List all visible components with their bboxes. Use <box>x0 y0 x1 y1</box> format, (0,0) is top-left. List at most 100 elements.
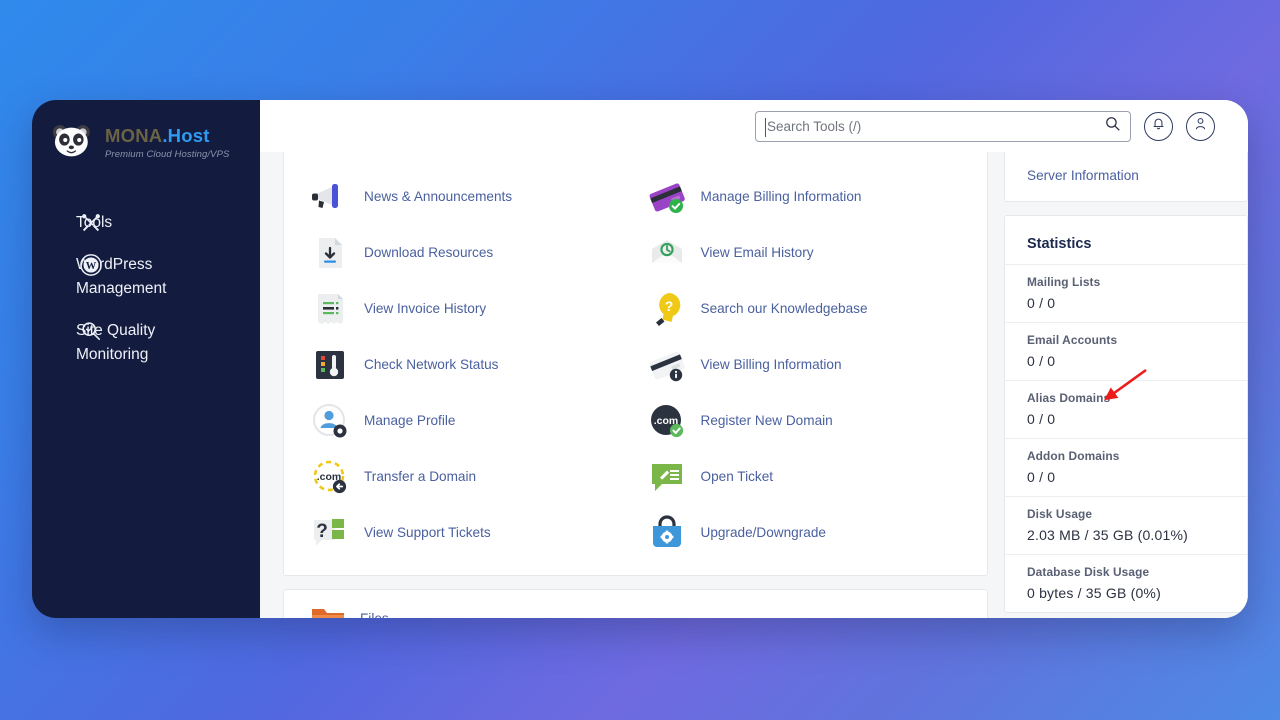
tool-view-support-tickets[interactable]: ? View Support Tickets <box>308 505 627 561</box>
document-download-icon <box>308 231 352 275</box>
invoice-icon <box>308 287 352 331</box>
tool-label: Register New Domain <box>700 412 833 428</box>
stat-row-alias-domains: Alias Domains 0 / 0 <box>1005 380 1247 438</box>
brand-name-secondary: .Host <box>162 125 210 146</box>
dotcom-check-icon: .com <box>645 399 689 443</box>
right-panel-column: Server Information Statistics Mailing Li… <box>998 152 1248 618</box>
stat-row-database-disk-usage: Database Disk Usage 0 bytes / 35 GB (0%) <box>1005 554 1247 612</box>
tool-news-announcements[interactable]: News & Announcements <box>308 169 627 225</box>
text-caret <box>765 117 766 137</box>
stat-value: 0 / 0 <box>1027 469 1056 485</box>
stat-value: 0 / 0 <box>1027 353 1056 369</box>
stat-row-mailing-lists: Mailing Lists 0 / 0 <box>1005 264 1247 322</box>
brand-tagline: Premium Cloud Hosting/VPS <box>105 148 230 160</box>
tool-check-network-status[interactable]: Check Network Status <box>308 337 627 393</box>
sidebar: MONA.Host Premium Cloud Hosting/VPS Tool… <box>32 100 260 618</box>
app-window: MONA.Host Premium Cloud Hosting/VPS Tool… <box>32 100 1248 618</box>
credit-card-check-icon <box>645 175 689 219</box>
bell-icon <box>1151 116 1166 136</box>
search-input[interactable] <box>767 118 1104 134</box>
tools-icon <box>80 212 102 234</box>
server-information-card: Server Information <box>1004 152 1248 202</box>
lightbulb-question-icon: ? <box>645 287 689 331</box>
tool-label: News & Announcements <box>364 188 513 204</box>
tool-label: Upgrade/Downgrade <box>700 524 826 540</box>
sidebar-nav: Tools W WordPress Management Site Qualit… <box>32 202 260 376</box>
tool-manage-billing-information[interactable]: Manage Billing Information <box>645 169 964 225</box>
account-button[interactable] <box>1186 111 1215 141</box>
brand-name: MONA.Host <box>105 125 229 146</box>
folder-icon <box>308 599 348 618</box>
notifications-button[interactable] <box>1144 111 1173 141</box>
tool-label: View Support Tickets <box>364 524 491 540</box>
content-area: News & Announcements Manage Billing Info… <box>260 152 1248 618</box>
wordpress-icon: W <box>80 254 102 276</box>
stat-value: 0 / 0 <box>1027 411 1056 427</box>
tool-view-invoice-history[interactable]: View Invoice History <box>308 281 627 337</box>
stat-value: 0 / 0 <box>1027 295 1056 311</box>
svg-text:?: ? <box>316 521 328 542</box>
stat-label: Database Disk Usage <box>1027 565 1150 579</box>
svg-text:?: ? <box>664 298 673 314</box>
sidebar-item-wordpress-management[interactable]: W WordPress Management <box>32 244 260 310</box>
tool-view-billing-information[interactable]: View Billing Information <box>645 337 964 393</box>
stat-value: 2.03 MB / 35 GB (0.01%) <box>1027 527 1189 543</box>
statistics-card: Statistics Mailing Lists 0 / 0 Email Acc… <box>1004 215 1248 613</box>
stat-value: 0 bytes / 35 GB (0%) <box>1027 585 1161 601</box>
search-box[interactable] <box>755 110 1131 142</box>
tool-download-resources[interactable]: Download Resources <box>308 225 627 281</box>
tool-search-knowledgebase[interactable]: ? Search our Knowledgebase <box>645 281 964 337</box>
stat-row-email-accounts: Email Accounts 0 / 0 <box>1005 322 1247 380</box>
tool-manage-profile[interactable]: Manage Profile <box>308 393 627 449</box>
app-body: News & Announcements <box>260 100 1248 618</box>
sidebar-item-tools[interactable]: Tools <box>32 202 260 244</box>
dotcom-transfer-icon: .com <box>308 455 352 499</box>
tools-grid: News & Announcements Manage Billing Info… <box>308 169 963 561</box>
question-chat-icon: ? <box>308 511 352 555</box>
bag-gear-icon <box>645 511 689 555</box>
tool-label: Manage Profile <box>364 412 456 428</box>
main-column: News & Announcements Manage Billing Info… <box>260 152 998 618</box>
tool-view-email-history[interactable]: View Email History <box>645 225 964 281</box>
svg-text:W: W <box>86 261 97 272</box>
statistics-title: Statistics <box>1027 236 1092 252</box>
tool-label: Open Ticket <box>700 468 774 484</box>
tool-label: Search our Knowledgebase <box>700 300 868 316</box>
search-icon[interactable] <box>1104 115 1121 137</box>
tool-upgrade-downgrade[interactable]: Upgrade/Downgrade <box>645 505 964 561</box>
sidebar-item-site-quality-monitoring[interactable]: Site Quality Monitoring <box>32 310 260 376</box>
megaphone-icon <box>308 175 352 219</box>
tool-label: View Invoice History <box>364 300 487 316</box>
top-header <box>260 100 1248 152</box>
tool-label: Check Network Status <box>364 356 499 372</box>
stat-label: Mailing Lists <box>1027 275 1101 289</box>
stat-row-disk-usage: Disk Usage 2.03 MB / 35 GB (0.01%) <box>1005 496 1247 554</box>
user-icon <box>1193 116 1208 136</box>
envelope-clock-icon <box>645 231 689 275</box>
stat-label: Addon Domains <box>1027 449 1120 463</box>
files-card[interactable]: Files <box>283 589 988 618</box>
magnifier-check-icon <box>80 320 102 342</box>
stat-label: Email Accounts <box>1027 333 1118 347</box>
stat-row-addon-domains: Addon Domains 0 / 0 <box>1005 438 1247 496</box>
network-status-icon <box>308 343 352 387</box>
tool-label: View Billing Information <box>700 356 842 372</box>
tool-transfer-a-domain[interactable]: .com Transfer a Domain <box>308 449 627 505</box>
tool-register-new-domain[interactable]: .com Register New Domain <box>645 393 964 449</box>
files-card-label: Files <box>360 611 389 618</box>
brand-name-primary: MONA <box>105 125 163 146</box>
credit-card-info-icon <box>645 343 689 387</box>
panda-logo-icon <box>50 122 96 162</box>
tool-label: Download Resources <box>364 244 494 260</box>
stat-label: Alias Domains <box>1027 391 1111 405</box>
tool-label: Manage Billing Information <box>700 188 862 204</box>
tool-label: Transfer a Domain <box>364 468 477 484</box>
profile-gear-icon <box>308 399 352 443</box>
server-information-link[interactable]: Server Information <box>1027 168 1139 183</box>
ticket-pencil-icon <box>645 455 689 499</box>
tool-open-ticket[interactable]: Open Ticket <box>645 449 964 505</box>
stat-label: Disk Usage <box>1027 507 1093 521</box>
brand-logo[interactable]: MONA.Host Premium Cloud Hosting/VPS <box>32 122 260 162</box>
tool-label: View Email History <box>700 244 814 260</box>
tools-card: News & Announcements Manage Billing Info… <box>283 152 988 576</box>
